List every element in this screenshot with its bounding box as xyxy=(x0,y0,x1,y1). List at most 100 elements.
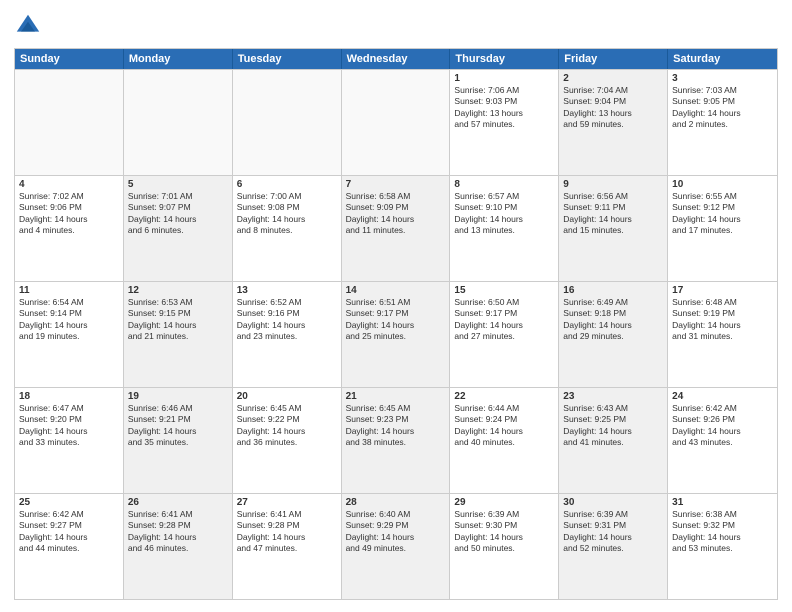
cell-info: Sunrise: 6:49 AM Sunset: 9:18 PM Dayligh… xyxy=(563,297,663,343)
logo xyxy=(14,12,46,40)
cell-info: Sunrise: 6:46 AM Sunset: 9:21 PM Dayligh… xyxy=(128,403,228,449)
cal-cell-7: 7Sunrise: 6:58 AM Sunset: 9:09 PM Daylig… xyxy=(342,176,451,281)
cell-info: Sunrise: 7:01 AM Sunset: 9:07 PM Dayligh… xyxy=(128,191,228,237)
header-day-thursday: Thursday xyxy=(450,49,559,69)
cell-info: Sunrise: 6:50 AM Sunset: 9:17 PM Dayligh… xyxy=(454,297,554,343)
cell-info: Sunrise: 7:02 AM Sunset: 9:06 PM Dayligh… xyxy=(19,191,119,237)
cell-info: Sunrise: 6:44 AM Sunset: 9:24 PM Dayligh… xyxy=(454,403,554,449)
day-number: 21 xyxy=(346,391,446,402)
cell-info: Sunrise: 6:57 AM Sunset: 9:10 PM Dayligh… xyxy=(454,191,554,237)
cal-row-3: 18Sunrise: 6:47 AM Sunset: 9:20 PM Dayli… xyxy=(15,387,777,493)
day-number: 25 xyxy=(19,497,119,508)
cal-cell-19: 19Sunrise: 6:46 AM Sunset: 9:21 PM Dayli… xyxy=(124,388,233,493)
day-number: 27 xyxy=(237,497,337,508)
cal-cell-11: 11Sunrise: 6:54 AM Sunset: 9:14 PM Dayli… xyxy=(15,282,124,387)
cal-cell-21: 21Sunrise: 6:45 AM Sunset: 9:23 PM Dayli… xyxy=(342,388,451,493)
cal-cell-6: 6Sunrise: 7:00 AM Sunset: 9:08 PM Daylig… xyxy=(233,176,342,281)
cell-info: Sunrise: 6:40 AM Sunset: 9:29 PM Dayligh… xyxy=(346,509,446,555)
cal-cell-empty-0-0 xyxy=(15,70,124,175)
header-day-sunday: Sunday xyxy=(15,49,124,69)
day-number: 13 xyxy=(237,285,337,296)
cal-cell-15: 15Sunrise: 6:50 AM Sunset: 9:17 PM Dayli… xyxy=(450,282,559,387)
cal-cell-8: 8Sunrise: 6:57 AM Sunset: 9:10 PM Daylig… xyxy=(450,176,559,281)
cal-row-0: 1Sunrise: 7:06 AM Sunset: 9:03 PM Daylig… xyxy=(15,69,777,175)
day-number: 9 xyxy=(563,179,663,190)
cal-cell-27: 27Sunrise: 6:41 AM Sunset: 9:28 PM Dayli… xyxy=(233,494,342,599)
cal-row-1: 4Sunrise: 7:02 AM Sunset: 9:06 PM Daylig… xyxy=(15,175,777,281)
cell-info: Sunrise: 6:58 AM Sunset: 9:09 PM Dayligh… xyxy=(346,191,446,237)
cell-info: Sunrise: 6:55 AM Sunset: 9:12 PM Dayligh… xyxy=(672,191,773,237)
cell-info: Sunrise: 6:41 AM Sunset: 9:28 PM Dayligh… xyxy=(237,509,337,555)
calendar: SundayMondayTuesdayWednesdayThursdayFrid… xyxy=(14,48,778,600)
day-number: 3 xyxy=(672,73,773,84)
cell-info: Sunrise: 7:00 AM Sunset: 9:08 PM Dayligh… xyxy=(237,191,337,237)
cell-info: Sunrise: 6:53 AM Sunset: 9:15 PM Dayligh… xyxy=(128,297,228,343)
day-number: 5 xyxy=(128,179,228,190)
day-number: 10 xyxy=(672,179,773,190)
day-number: 20 xyxy=(237,391,337,402)
page: SundayMondayTuesdayWednesdayThursdayFrid… xyxy=(0,0,792,612)
cell-info: Sunrise: 6:45 AM Sunset: 9:22 PM Dayligh… xyxy=(237,403,337,449)
cal-cell-empty-0-1 xyxy=(124,70,233,175)
cal-cell-13: 13Sunrise: 6:52 AM Sunset: 9:16 PM Dayli… xyxy=(233,282,342,387)
cell-info: Sunrise: 6:56 AM Sunset: 9:11 PM Dayligh… xyxy=(563,191,663,237)
day-number: 6 xyxy=(237,179,337,190)
cell-info: Sunrise: 6:54 AM Sunset: 9:14 PM Dayligh… xyxy=(19,297,119,343)
cal-cell-25: 25Sunrise: 6:42 AM Sunset: 9:27 PM Dayli… xyxy=(15,494,124,599)
day-number: 23 xyxy=(563,391,663,402)
cal-cell-16: 16Sunrise: 6:49 AM Sunset: 9:18 PM Dayli… xyxy=(559,282,668,387)
cal-cell-31: 31Sunrise: 6:38 AM Sunset: 9:32 PM Dayli… xyxy=(668,494,777,599)
day-number: 4 xyxy=(19,179,119,190)
day-number: 15 xyxy=(454,285,554,296)
cell-info: Sunrise: 7:03 AM Sunset: 9:05 PM Dayligh… xyxy=(672,85,773,131)
day-number: 28 xyxy=(346,497,446,508)
cal-cell-23: 23Sunrise: 6:43 AM Sunset: 9:25 PM Dayli… xyxy=(559,388,668,493)
header-day-friday: Friday xyxy=(559,49,668,69)
day-number: 17 xyxy=(672,285,773,296)
header xyxy=(14,12,778,40)
header-day-wednesday: Wednesday xyxy=(342,49,451,69)
day-number: 8 xyxy=(454,179,554,190)
cal-cell-29: 29Sunrise: 6:39 AM Sunset: 9:30 PM Dayli… xyxy=(450,494,559,599)
cal-cell-26: 26Sunrise: 6:41 AM Sunset: 9:28 PM Dayli… xyxy=(124,494,233,599)
day-number: 14 xyxy=(346,285,446,296)
day-number: 31 xyxy=(672,497,773,508)
cal-cell-20: 20Sunrise: 6:45 AM Sunset: 9:22 PM Dayli… xyxy=(233,388,342,493)
cal-cell-30: 30Sunrise: 6:39 AM Sunset: 9:31 PM Dayli… xyxy=(559,494,668,599)
calendar-header: SundayMondayTuesdayWednesdayThursdayFrid… xyxy=(15,49,777,69)
cal-cell-9: 9Sunrise: 6:56 AM Sunset: 9:11 PM Daylig… xyxy=(559,176,668,281)
cal-cell-3: 3Sunrise: 7:03 AM Sunset: 9:05 PM Daylig… xyxy=(668,70,777,175)
cell-info: Sunrise: 6:51 AM Sunset: 9:17 PM Dayligh… xyxy=(346,297,446,343)
day-number: 11 xyxy=(19,285,119,296)
cal-cell-14: 14Sunrise: 6:51 AM Sunset: 9:17 PM Dayli… xyxy=(342,282,451,387)
cal-row-2: 11Sunrise: 6:54 AM Sunset: 9:14 PM Dayli… xyxy=(15,281,777,387)
cal-cell-4: 4Sunrise: 7:02 AM Sunset: 9:06 PM Daylig… xyxy=(15,176,124,281)
cell-info: Sunrise: 6:41 AM Sunset: 9:28 PM Dayligh… xyxy=(128,509,228,555)
cal-cell-24: 24Sunrise: 6:42 AM Sunset: 9:26 PM Dayli… xyxy=(668,388,777,493)
cell-info: Sunrise: 6:39 AM Sunset: 9:31 PM Dayligh… xyxy=(563,509,663,555)
cal-cell-22: 22Sunrise: 6:44 AM Sunset: 9:24 PM Dayli… xyxy=(450,388,559,493)
cell-info: Sunrise: 6:38 AM Sunset: 9:32 PM Dayligh… xyxy=(672,509,773,555)
cell-info: Sunrise: 6:48 AM Sunset: 9:19 PM Dayligh… xyxy=(672,297,773,343)
cal-cell-2: 2Sunrise: 7:04 AM Sunset: 9:04 PM Daylig… xyxy=(559,70,668,175)
cal-cell-1: 1Sunrise: 7:06 AM Sunset: 9:03 PM Daylig… xyxy=(450,70,559,175)
cell-info: Sunrise: 6:42 AM Sunset: 9:26 PM Dayligh… xyxy=(672,403,773,449)
day-number: 26 xyxy=(128,497,228,508)
cal-cell-12: 12Sunrise: 6:53 AM Sunset: 9:15 PM Dayli… xyxy=(124,282,233,387)
cal-cell-17: 17Sunrise: 6:48 AM Sunset: 9:19 PM Dayli… xyxy=(668,282,777,387)
cal-cell-5: 5Sunrise: 7:01 AM Sunset: 9:07 PM Daylig… xyxy=(124,176,233,281)
cal-cell-10: 10Sunrise: 6:55 AM Sunset: 9:12 PM Dayli… xyxy=(668,176,777,281)
day-number: 2 xyxy=(563,73,663,84)
cal-row-4: 25Sunrise: 6:42 AM Sunset: 9:27 PM Dayli… xyxy=(15,493,777,599)
day-number: 18 xyxy=(19,391,119,402)
cell-info: Sunrise: 6:47 AM Sunset: 9:20 PM Dayligh… xyxy=(19,403,119,449)
day-number: 29 xyxy=(454,497,554,508)
day-number: 1 xyxy=(454,73,554,84)
calendar-body: 1Sunrise: 7:06 AM Sunset: 9:03 PM Daylig… xyxy=(15,69,777,599)
day-number: 19 xyxy=(128,391,228,402)
cell-info: Sunrise: 6:45 AM Sunset: 9:23 PM Dayligh… xyxy=(346,403,446,449)
logo-icon xyxy=(14,12,42,40)
cell-info: Sunrise: 6:39 AM Sunset: 9:30 PM Dayligh… xyxy=(454,509,554,555)
cell-info: Sunrise: 7:04 AM Sunset: 9:04 PM Dayligh… xyxy=(563,85,663,131)
cal-cell-18: 18Sunrise: 6:47 AM Sunset: 9:20 PM Dayli… xyxy=(15,388,124,493)
